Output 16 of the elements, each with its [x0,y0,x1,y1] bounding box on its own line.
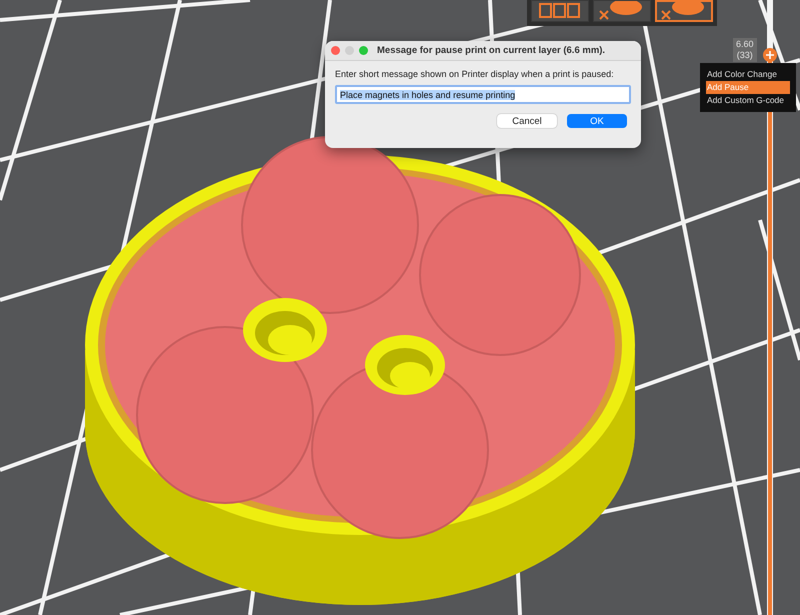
slider-thumb[interactable] [763,48,777,62]
cancel-button[interactable]: Cancel [497,114,557,128]
message-input-field[interactable]: Place magnets in holes and resume printing [335,85,631,104]
menu-item[interactable]: Add Custom G-code [706,94,790,107]
dialog-title: Message for pause print on current layer (6.6 mm). [377,45,606,56]
object-view-button[interactable] [593,0,651,22]
three-squares-icon [538,1,582,21]
plus-icon [766,51,774,60]
arrange-view-button[interactable] [531,0,589,22]
ok-button[interactable]: OK [567,114,627,128]
prompt-text: Enter short message shown on Printer display when a print is paused: [335,69,615,79]
close-icon[interactable] [331,46,340,55]
layer-number: (33) [736,50,753,61]
menu-item[interactable]: Add Color Change [706,68,790,81]
layer-height: 6.60 [736,39,754,50]
object-view-button[interactable] [655,0,713,22]
